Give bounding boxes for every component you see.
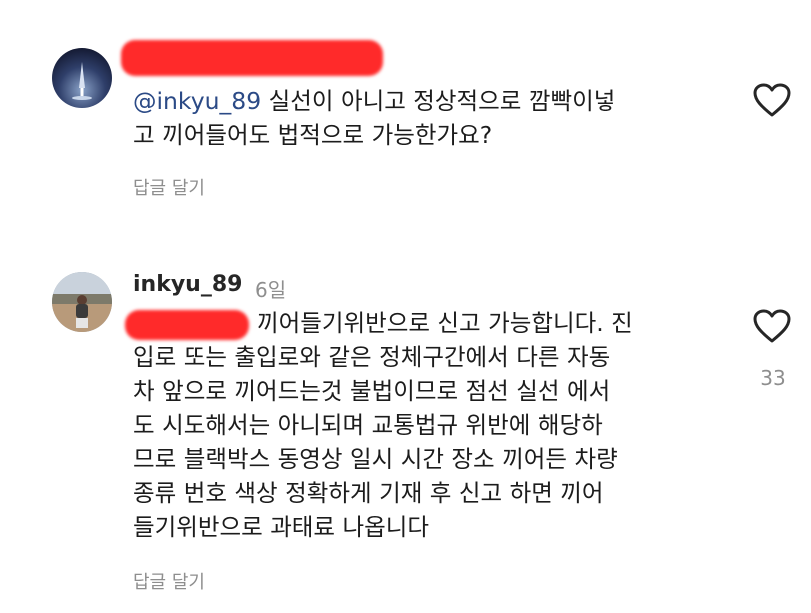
- mention-link[interactable]: @inkyu_89: [133, 87, 261, 115]
- like-count: 33: [760, 366, 786, 390]
- redaction-mark: [125, 310, 249, 340]
- avatar[interactable]: [52, 272, 112, 332]
- reply-button[interactable]: 답글 달기: [133, 568, 205, 594]
- heart-outline-icon[interactable]: [752, 82, 792, 118]
- timestamp: 6일: [255, 278, 287, 302]
- username[interactable]: inkyu_89: [133, 272, 242, 297]
- comment-text: @inkyu_89 실선이 아니고 정상적으로 깜빡이넣 고 끼어들어도 법적으…: [133, 87, 616, 149]
- reply-button[interactable]: 답글 달기: [133, 174, 205, 200]
- comment-header: inkyu_89 6일: [133, 268, 721, 306]
- heart-outline-icon[interactable]: [752, 308, 792, 344]
- comment-header: [121, 40, 721, 78]
- redaction-mark: [121, 40, 383, 76]
- comment-text: 입로 또는 출입로와 같은 정체구간에서 다른 자동 차 앞으로 끼어드는것 불…: [133, 343, 618, 541]
- avatar[interactable]: [52, 48, 112, 108]
